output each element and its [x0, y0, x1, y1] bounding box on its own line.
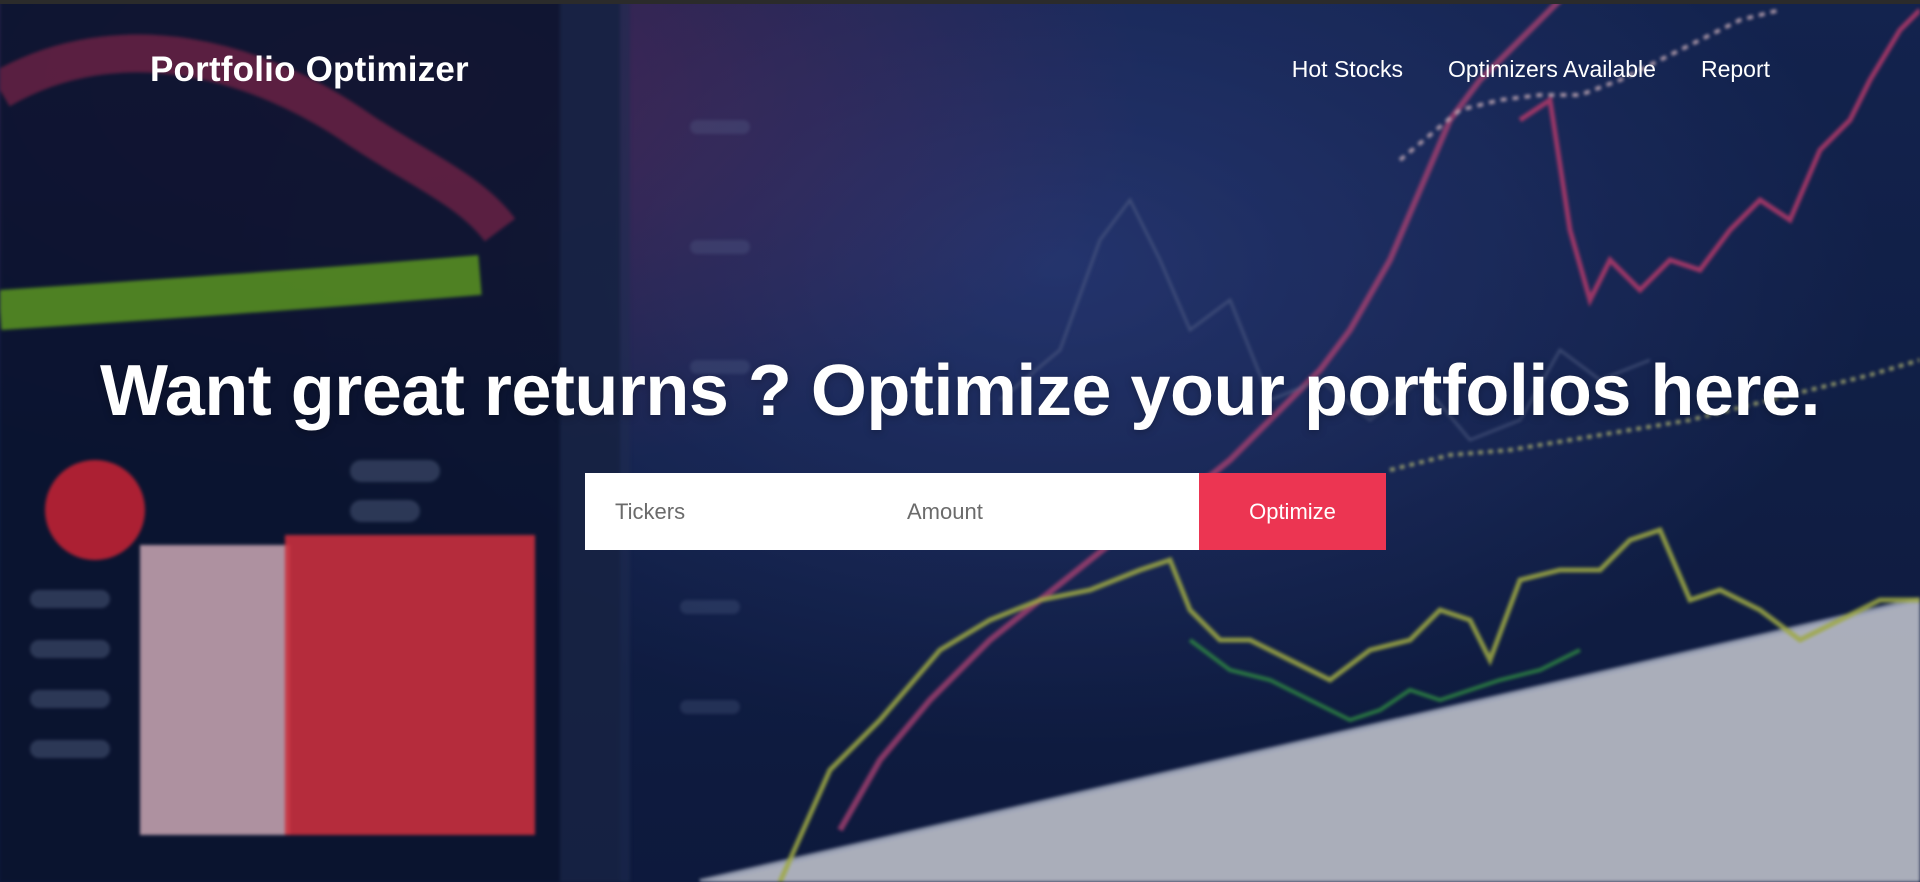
- nav-link-hot-stocks[interactable]: Hot Stocks: [1292, 56, 1403, 83]
- hero-section: Portfolio Optimizer Hot Stocks Optimizer…: [0, 0, 1920, 882]
- nav-links: Hot Stocks Optimizers Available Report: [1292, 56, 1770, 83]
- hero-headline: Want great returns ? Optimize your portf…: [99, 351, 1821, 431]
- optimize-button[interactable]: Optimize: [1199, 473, 1386, 550]
- navbar: Portfolio Optimizer Hot Stocks Optimizer…: [0, 0, 1920, 140]
- nav-link-optimizers-available[interactable]: Optimizers Available: [1448, 56, 1656, 83]
- brand-logo-link[interactable]: Portfolio Optimizer: [150, 50, 469, 90]
- nav-link-report[interactable]: Report: [1701, 56, 1770, 83]
- amount-input[interactable]: [892, 473, 1199, 550]
- tickers-input[interactable]: [585, 473, 892, 550]
- optimize-form: Optimize: [585, 473, 1401, 550]
